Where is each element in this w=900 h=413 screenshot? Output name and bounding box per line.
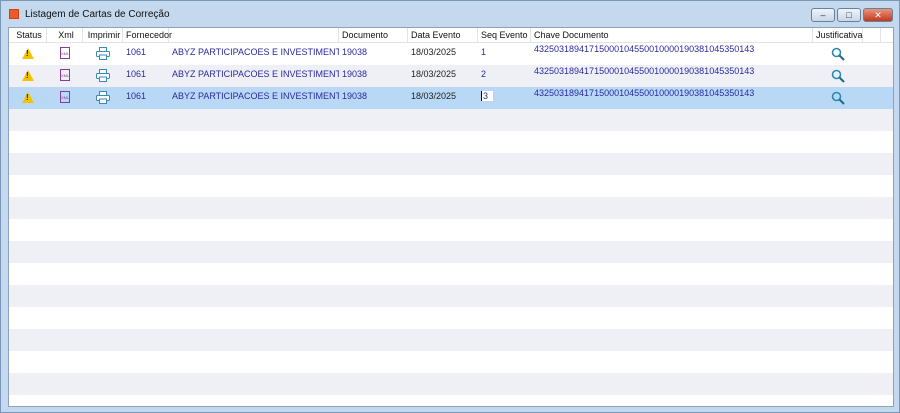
fornecedor-name: ABYZ PARTICIPACOES E INVESTIMENTOS L: [172, 47, 339, 57]
xml-file-icon[interactable]: XML: [60, 47, 70, 59]
title-bar: Listagem de Cartas de Correção – □ ✕: [1, 1, 899, 27]
app-icon: [9, 9, 19, 19]
chave-documento: 4325031894171500010455001000019038104535…: [534, 66, 755, 76]
empty-row: [9, 307, 893, 329]
window-title: Listagem de Cartas de Correção: [25, 8, 170, 20]
documento: 19038: [342, 69, 368, 79]
empty-row: [9, 219, 893, 241]
warning-icon: [22, 92, 34, 103]
window: Listagem de Cartas de Correção – □ ✕ Sta…: [0, 0, 900, 413]
printer-icon[interactable]: [96, 69, 110, 84]
documento: 19038: [342, 47, 368, 57]
seq-evento-editor[interactable]: 3: [481, 91, 493, 101]
header-filler: [863, 28, 881, 42]
fornecedor-code: 1061: [126, 69, 147, 79]
empty-row: [9, 131, 893, 153]
data-evento: 18/03/2025: [411, 47, 457, 57]
data-evento: 18/03/2025: [411, 91, 457, 101]
header-chave-documento[interactable]: Chave Documento: [531, 28, 813, 42]
printer-icon[interactable]: [96, 91, 110, 106]
xml-file-icon[interactable]: XML: [60, 91, 70, 103]
close-button[interactable]: ✕: [863, 8, 893, 22]
header-data-evento[interactable]: Data Evento: [408, 28, 478, 42]
table-row[interactable]: XML 1061 ABYZ PARTICIPACOES E INVESTIMEN…: [9, 43, 893, 65]
fornecedor-code: 1061: [126, 91, 147, 101]
search-icon[interactable]: [831, 47, 845, 63]
data-evento: 18/03/2025: [411, 69, 457, 79]
warning-icon: [22, 48, 34, 59]
xml-file-icon[interactable]: XML: [60, 69, 70, 81]
documento: 19038: [342, 91, 368, 101]
fornecedor-name: ABYZ PARTICIPACOES E INVESTIMENTOS L: [172, 69, 339, 79]
cartas-grid: Status Xml Imprimir Fornecedor Documento…: [8, 27, 894, 407]
empty-row: [9, 373, 893, 395]
empty-row: [9, 153, 893, 175]
header-nome[interactable]: [169, 28, 339, 42]
chave-documento: 4325031894171500010455001000019038104535…: [534, 88, 755, 98]
header-imprimir[interactable]: Imprimir: [83, 28, 123, 42]
printer-icon[interactable]: [96, 47, 110, 62]
empty-row: [9, 197, 893, 219]
seq-evento: 2: [481, 69, 487, 79]
empty-row: [9, 351, 893, 373]
header-justificativa[interactable]: Justificativa: [813, 28, 863, 42]
search-icon[interactable]: [831, 91, 845, 107]
header-documento[interactable]: Documento: [339, 28, 408, 42]
header-xml[interactable]: Xml: [47, 28, 83, 42]
empty-row: [9, 175, 893, 197]
empty-row: [9, 241, 893, 263]
grid-body: XML 1061 ABYZ PARTICIPACOES E INVESTIMEN…: [9, 43, 893, 395]
header-seq-evento[interactable]: Seq Evento: [478, 28, 531, 42]
empty-row: [9, 109, 893, 131]
grid-header: Status Xml Imprimir Fornecedor Documento…: [9, 28, 893, 43]
table-row[interactable]: XML 1061 ABYZ PARTICIPACOES E INVESTIMEN…: [9, 65, 893, 87]
empty-row: [9, 285, 893, 307]
header-status[interactable]: Status: [9, 28, 47, 42]
search-icon[interactable]: [831, 69, 845, 85]
fornecedor-code: 1061: [126, 47, 147, 57]
chave-documento: 4325031894171500010455001000019038104535…: [534, 44, 755, 54]
maximize-button[interactable]: □: [837, 8, 861, 22]
seq-evento: 1: [481, 47, 487, 57]
warning-icon: [22, 70, 34, 81]
minimize-button[interactable]: –: [811, 8, 835, 22]
fornecedor-name: ABYZ PARTICIPACOES E INVESTIMENTOS L: [172, 91, 339, 101]
table-row[interactable]: XML 1061 ABYZ PARTICIPACOES E INVESTIMEN…: [9, 87, 893, 109]
empty-row: [9, 263, 893, 285]
empty-row: [9, 329, 893, 351]
header-fornecedor[interactable]: Fornecedor: [123, 28, 172, 42]
